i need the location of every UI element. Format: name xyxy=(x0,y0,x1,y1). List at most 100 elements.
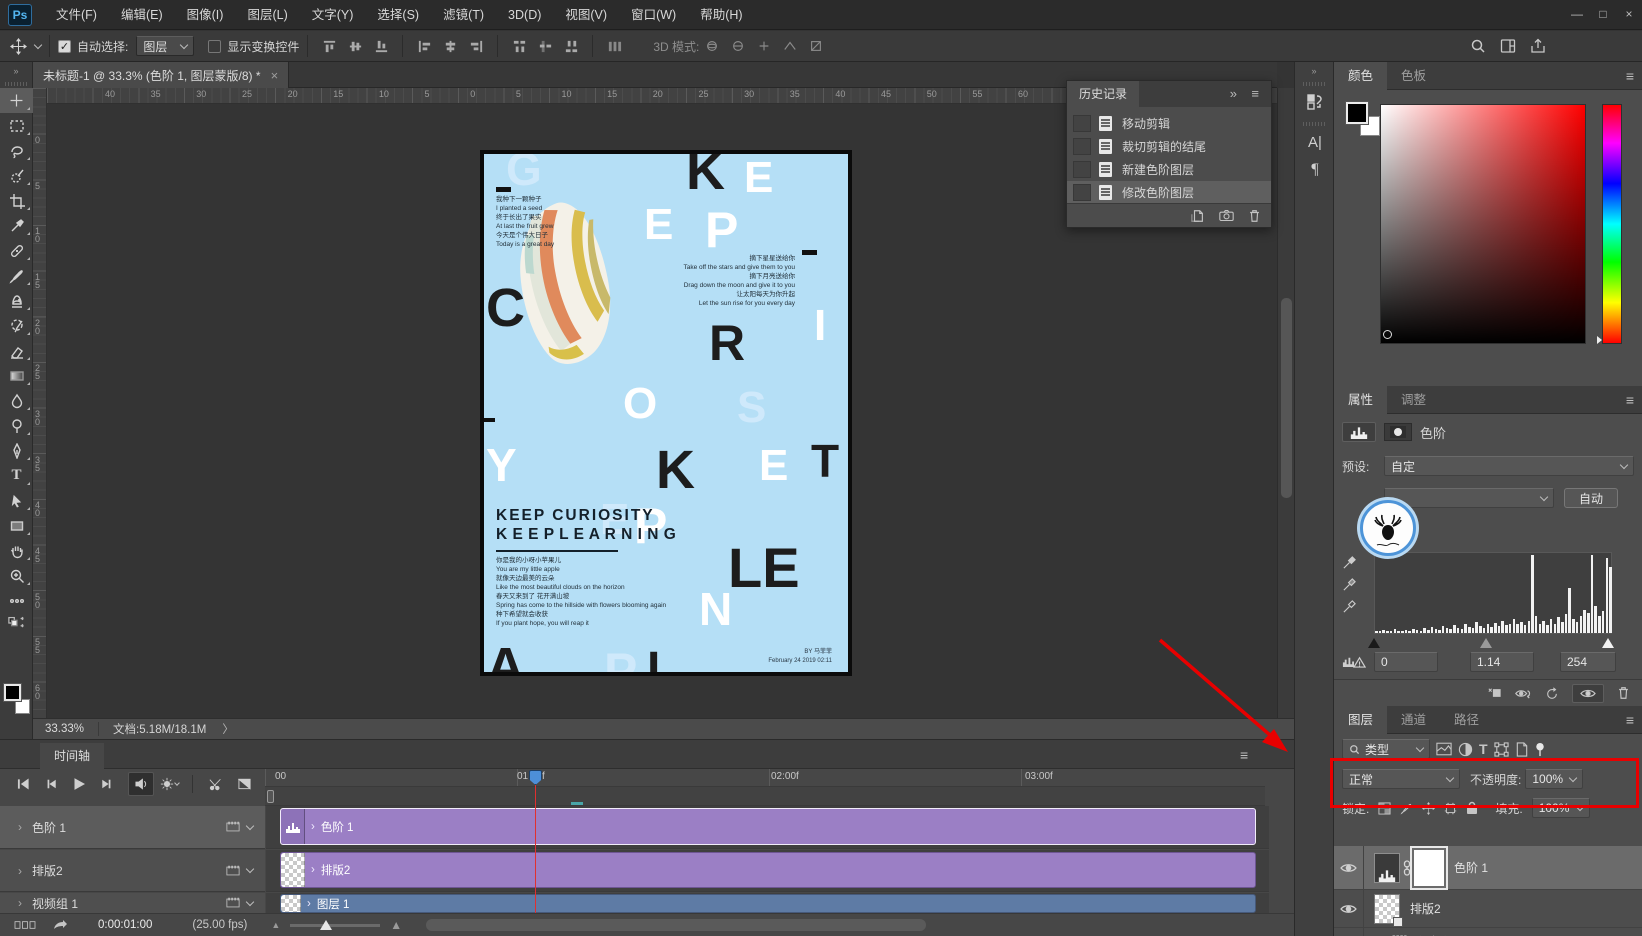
clip-layout2[interactable]: › 排版2 xyxy=(280,852,1256,888)
layer-row-layout2[interactable]: 排版2 xyxy=(1334,890,1642,928)
type-tool[interactable]: T xyxy=(0,463,33,488)
tab-adjustments[interactable]: 调整 xyxy=(1387,386,1440,414)
black-input-slider[interactable] xyxy=(1368,638,1380,648)
menu-help[interactable]: 帮助(H) xyxy=(688,0,754,30)
history-source-well[interactable] xyxy=(1073,184,1091,201)
transition-button[interactable] xyxy=(231,772,257,796)
filter-type-layers-icon[interactable]: T xyxy=(1479,741,1488,757)
frame-animation-icon[interactable] xyxy=(14,920,36,930)
blur-tool[interactable] xyxy=(0,388,33,413)
distribute-h-button[interactable] xyxy=(604,36,624,56)
gray-point-eyedropper[interactable] xyxy=(1342,574,1357,595)
history-expand-icon[interactable]: » xyxy=(1230,86,1237,101)
filter-smart-objects-icon[interactable] xyxy=(1515,741,1529,757)
eraser-tool[interactable] xyxy=(0,338,33,363)
tab-channels[interactable]: 通道 xyxy=(1387,706,1440,734)
history-source-well[interactable] xyxy=(1073,161,1091,178)
history-item[interactable]: 移动剪辑 xyxy=(1067,112,1271,135)
history-item-selected[interactable]: 修改色阶图层 xyxy=(1067,181,1271,204)
timeline-horizontal-scrollbar[interactable] xyxy=(426,919,927,931)
dodge-tool[interactable] xyxy=(0,413,33,438)
distribute-top-button[interactable] xyxy=(509,36,529,56)
glyphs-panel-icon[interactable] xyxy=(1295,88,1335,116)
lasso-tool[interactable] xyxy=(0,138,33,163)
history-source-well[interactable] xyxy=(1073,138,1091,155)
tab-properties[interactable]: 属性 xyxy=(1334,386,1388,414)
scrollbar-thumb[interactable] xyxy=(1281,298,1292,498)
render-video-icon[interactable] xyxy=(52,919,68,931)
adjustment-thumbnail[interactable] xyxy=(1374,852,1400,883)
track-options-chevron-icon[interactable] xyxy=(245,821,255,830)
saturation-brightness-field[interactable] xyxy=(1380,104,1586,344)
previous-frame-button[interactable] xyxy=(38,772,64,796)
background-color-swatch[interactable] xyxy=(15,699,30,714)
clip-layer1[interactable]: › 图层 1 xyxy=(280,894,1256,913)
preset-dropdown[interactable]: 自定 xyxy=(1384,456,1634,476)
black-point-eyedropper[interactable] xyxy=(1342,552,1357,573)
share-icon[interactable] xyxy=(1530,38,1546,54)
tab-color[interactable]: 颜色 xyxy=(1334,62,1388,90)
menu-select[interactable]: 选择(S) xyxy=(365,0,431,30)
timeline-settings-button[interactable] xyxy=(156,772,182,796)
document-size-info[interactable]: 文档:5.18M/18.1M xyxy=(113,721,206,737)
zoom-tool[interactable] xyxy=(0,563,33,588)
toggle-visibility-button[interactable] xyxy=(1572,683,1604,703)
menu-view[interactable]: 视图(V) xyxy=(553,0,619,30)
disclosure-icon[interactable]: › xyxy=(18,820,22,834)
maximize-button[interactable]: □ xyxy=(1590,0,1616,30)
white-input-slider[interactable] xyxy=(1602,638,1614,648)
split-clip-button[interactable] xyxy=(203,772,229,796)
menu-file[interactable]: 文件(F) xyxy=(44,0,109,30)
visibility-toggle[interactable] xyxy=(1334,890,1364,927)
timeline-ruler[interactable]: 00 01:00f 02:00f 03:00f xyxy=(265,769,1265,787)
align-top-button[interactable] xyxy=(319,36,339,56)
history-brush-tool[interactable] xyxy=(0,313,33,338)
film-icon[interactable] xyxy=(226,897,240,909)
minimize-button[interactable]: — xyxy=(1564,0,1590,30)
hue-slider-marker[interactable] xyxy=(1597,336,1602,344)
history-menu-icon[interactable]: ≡ xyxy=(1251,86,1259,101)
spot-healing-tool[interactable] xyxy=(0,238,33,263)
play-button[interactable] xyxy=(66,772,92,796)
mute-audio-button[interactable] xyxy=(128,772,154,796)
new-snapshot-icon[interactable] xyxy=(1219,209,1234,222)
menu-type[interactable]: 文字(Y) xyxy=(300,0,366,30)
eyedropper-tool[interactable] xyxy=(0,213,33,238)
canvas-vertical-scrollbar[interactable] xyxy=(1277,88,1294,718)
character-panel-icon[interactable]: A| xyxy=(1295,128,1335,156)
history-tab[interactable]: 历史记录 xyxy=(1067,81,1140,107)
clip-levels[interactable]: › 色阶 1 xyxy=(280,808,1256,845)
history-item[interactable]: 裁切剪辑的结尾 xyxy=(1067,135,1271,158)
menu-filter[interactable]: 滤镜(T) xyxy=(431,0,496,30)
black-input-field[interactable]: 0 xyxy=(1374,652,1438,672)
mask-link-icon[interactable] xyxy=(1402,859,1412,876)
distribute-vcenter-button[interactable] xyxy=(535,36,555,56)
close-button[interactable]: × xyxy=(1616,0,1642,30)
align-hcenter-button[interactable] xyxy=(440,36,460,56)
gamma-input-slider[interactable] xyxy=(1480,638,1492,648)
foreground-color-swatch[interactable] xyxy=(1345,101,1369,125)
path-selection-tool[interactable] xyxy=(0,488,33,513)
properties-panel-menu-icon[interactable]: ≡ xyxy=(1626,392,1634,408)
quick-selection-tool[interactable] xyxy=(0,163,33,188)
disclosure-icon[interactable]: › xyxy=(18,896,22,910)
track-header-levels[interactable]: › 色阶 1 xyxy=(0,806,265,849)
filter-adjustment-layers-icon[interactable] xyxy=(1458,742,1473,757)
brush-tool[interactable] xyxy=(0,263,33,288)
color-selector-dot[interactable] xyxy=(1383,330,1392,339)
menu-layer[interactable]: 图层(L) xyxy=(235,0,299,30)
document-close-icon[interactable]: × xyxy=(271,68,279,83)
auto-select-target-dropdown[interactable]: 图层 xyxy=(136,36,195,56)
tab-paths[interactable]: 路径 xyxy=(1440,706,1493,734)
3d-drag-icon[interactable] xyxy=(754,36,774,56)
search-icon[interactable] xyxy=(1470,38,1486,54)
view-previous-state-icon[interactable] xyxy=(1514,687,1532,700)
film-icon[interactable] xyxy=(226,865,240,877)
filter-shape-layers-icon[interactable] xyxy=(1493,741,1509,757)
history-source-well[interactable] xyxy=(1073,115,1091,132)
white-input-field[interactable]: 254 xyxy=(1560,652,1616,672)
pen-tool[interactable] xyxy=(0,438,33,463)
delete-state-icon[interactable] xyxy=(1248,209,1261,223)
white-point-eyedropper[interactable] xyxy=(1342,596,1357,617)
distribute-bottom-button[interactable] xyxy=(561,36,581,56)
